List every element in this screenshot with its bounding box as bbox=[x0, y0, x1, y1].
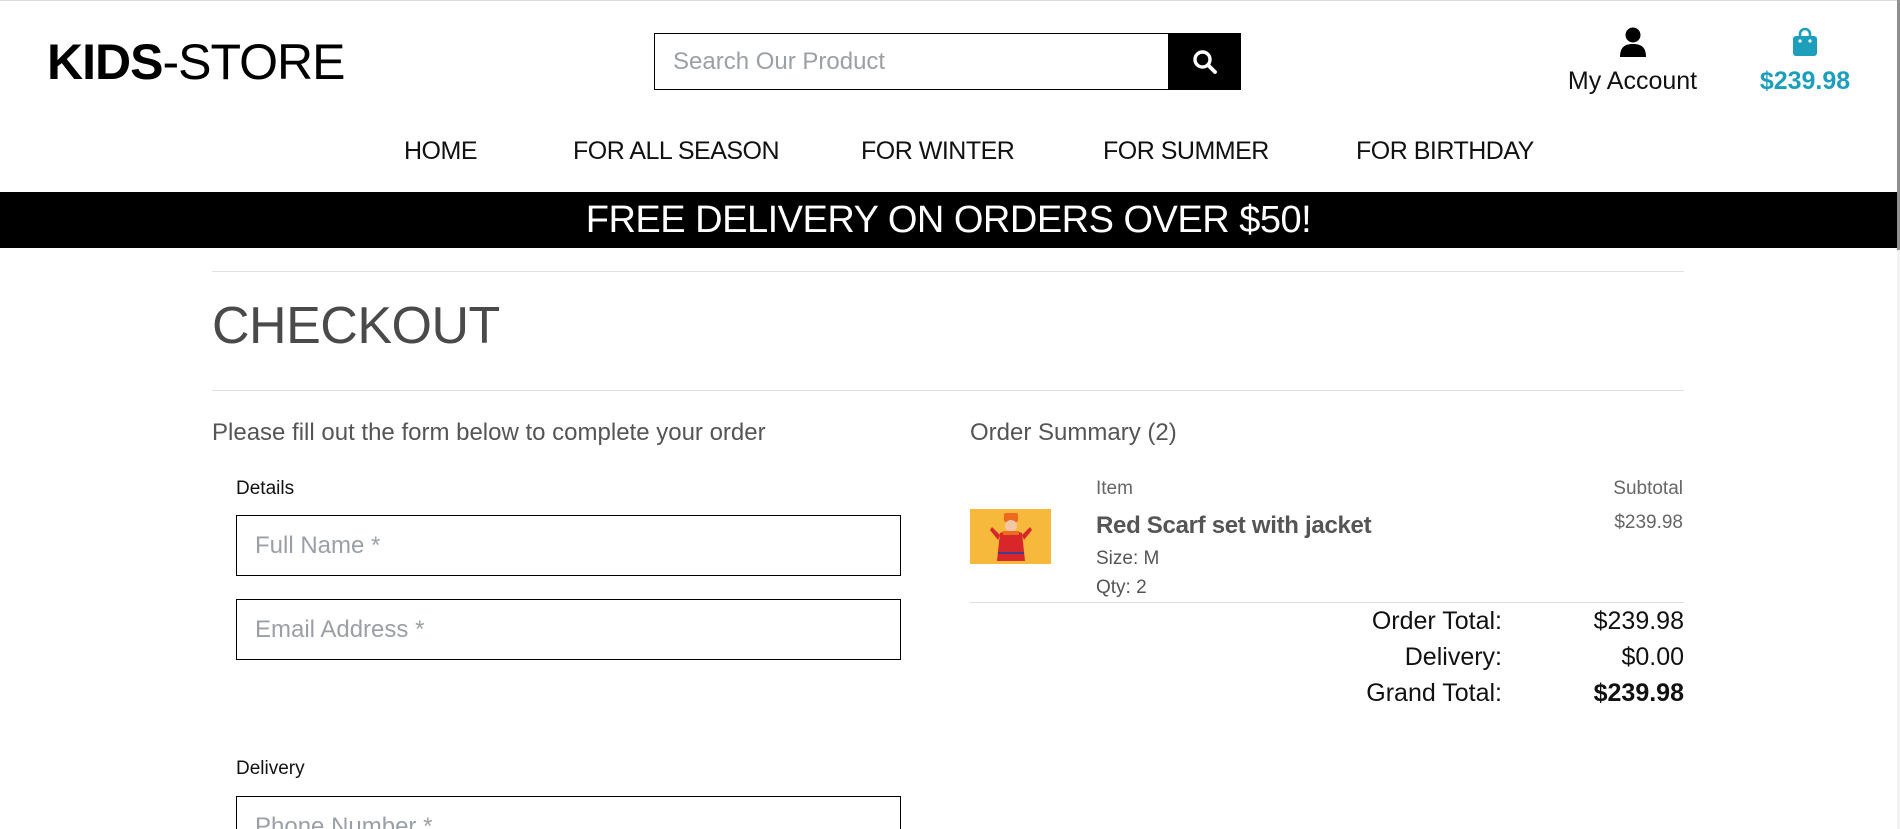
user-icon bbox=[1619, 27, 1646, 57]
nav-item-for-birthday[interactable]: FOR BIRTHDAY bbox=[1356, 133, 1534, 169]
logo-bold-text: KIDS bbox=[47, 34, 163, 90]
bag-total: $239.98 bbox=[1759, 67, 1851, 95]
grand-total-label: Grand Total: bbox=[1366, 679, 1502, 707]
subtotal-column-header: Subtotal bbox=[1613, 478, 1683, 499]
main-nav: HOME FOR ALL SEASON FOR WINTER FOR SUMME… bbox=[0, 133, 1900, 169]
top-border bbox=[0, 0, 1900, 1]
product-image bbox=[970, 509, 1051, 564]
page-title: CHECKOUT bbox=[212, 297, 500, 355]
full-name-field[interactable] bbox=[236, 515, 901, 576]
product-name[interactable]: Red Scarf set with jacket bbox=[1096, 511, 1372, 541]
item-column-header: Item bbox=[1096, 478, 1133, 499]
order-total-row: Order Total: $239.98 bbox=[1250, 605, 1684, 637]
order-total-label: Order Total: bbox=[1371, 607, 1502, 635]
phone-field[interactable] bbox=[236, 796, 901, 829]
search-bar bbox=[654, 33, 1241, 90]
shopping-bag-link[interactable]: $239.98 bbox=[1745, 27, 1865, 96]
search-button[interactable] bbox=[1168, 33, 1241, 90]
nav-item-home[interactable]: HOME bbox=[404, 133, 478, 169]
search-icon bbox=[1192, 49, 1217, 74]
divider bbox=[212, 390, 1684, 391]
email-field[interactable] bbox=[236, 599, 901, 660]
free-delivery-banner: FREE DELIVERY ON ORDERS OVER $50! bbox=[0, 192, 1897, 248]
grand-total-value: $239.98 bbox=[1593, 679, 1684, 707]
summary-divider bbox=[970, 602, 1684, 603]
details-section-label: Details bbox=[236, 478, 295, 499]
form-intro-text: Please fill out the form below to comple… bbox=[212, 419, 766, 446]
search-input[interactable] bbox=[654, 33, 1168, 90]
product-thumbnail[interactable] bbox=[970, 509, 1051, 564]
product-qty: Qty: 2 bbox=[1096, 577, 1147, 598]
grand-total-row: Grand Total: $239.98 bbox=[1250, 677, 1684, 709]
order-summary-title: Order Summary (2) bbox=[970, 419, 1177, 446]
logo-rest-text: -STORE bbox=[162, 34, 345, 90]
shopping-bag-icon bbox=[1793, 27, 1817, 56]
my-account-link[interactable]: My Account bbox=[1555, 27, 1710, 96]
store-logo[interactable]: KIDS-STORE bbox=[47, 34, 345, 90]
my-account-label: My Account bbox=[1567, 67, 1698, 95]
divider bbox=[212, 271, 1684, 272]
nav-item-for-summer[interactable]: FOR SUMMER bbox=[1103, 133, 1269, 169]
order-total-value: $239.98 bbox=[1593, 607, 1684, 635]
product-size: Size: M bbox=[1096, 548, 1160, 569]
delivery-value: $0.00 bbox=[1621, 643, 1684, 671]
delivery-section-label: Delivery bbox=[236, 758, 305, 779]
product-subtotal: $239.98 bbox=[1614, 512, 1683, 533]
nav-item-for-winter[interactable]: FOR WINTER bbox=[861, 133, 1015, 169]
delivery-row: Delivery: $0.00 bbox=[1250, 641, 1684, 673]
delivery-label: Delivery: bbox=[1404, 643, 1502, 671]
nav-item-for-all-season[interactable]: FOR ALL SEASON bbox=[573, 133, 780, 169]
page: KIDS-STORE My Account $239.98 HOME bbox=[0, 0, 1900, 829]
